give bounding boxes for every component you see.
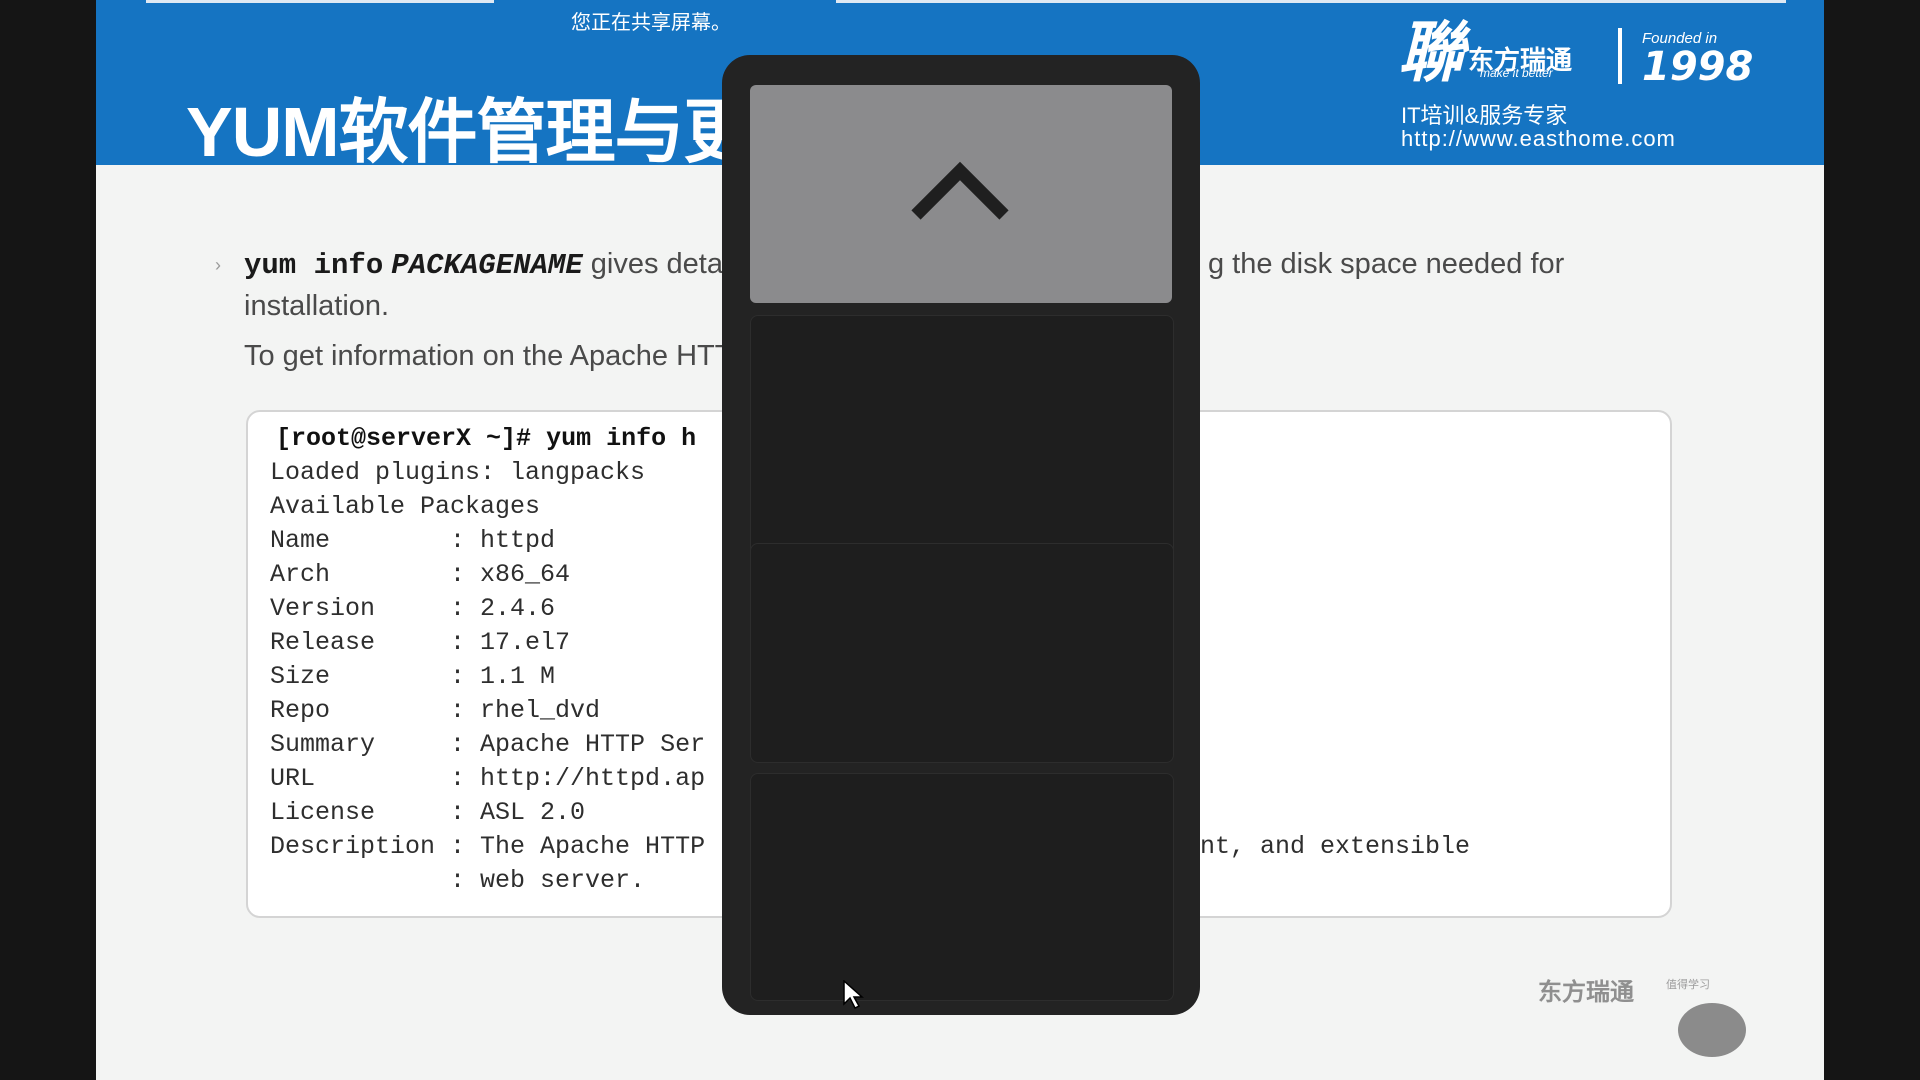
- terminal-line: Size : 1.1 M: [270, 662, 556, 691]
- mouse-cursor-icon: [843, 980, 864, 1010]
- bullet-text-right: g the disk space needed for: [1208, 248, 1565, 280]
- terminal-command-line: [root@serverX ~]# yum info h: [276, 424, 696, 453]
- terminal-line: Name : httpd: [270, 526, 556, 555]
- terminal-line: Loaded plugins: langpacks: [270, 458, 646, 487]
- terminal-line: Available Packages: [270, 492, 541, 521]
- footer-logo-sub: 值得学习: [1666, 979, 1710, 991]
- company-logo-mark: 聯: [1398, 13, 1464, 91]
- founded-year: 1998: [1642, 44, 1754, 90]
- footer-logo: 东方瑞通: [1538, 979, 1634, 1006]
- logo-divider: [1618, 28, 1622, 84]
- terminal-line: URL : http://httpd.ap: [270, 764, 706, 793]
- bullet-arrow-icon: ›: [215, 255, 221, 275]
- banner-divider: [836, 0, 1786, 3]
- banner-divider: [146, 0, 494, 3]
- terminal-line: Release : 17.el7: [270, 628, 571, 657]
- terminal-line: Summary : Apache HTTP Ser: [270, 730, 706, 759]
- terminal-line: Arch : x86_64: [270, 560, 571, 589]
- bullet-line-3: To get information on the Apache HTTP: [244, 340, 752, 372]
- terminal-prompt: [root@serverX ~]#: [276, 424, 532, 453]
- command-text: yum info: [244, 249, 384, 282]
- panel-slot[interactable]: [750, 773, 1174, 1001]
- terminal-line: Version : 2.4.6: [270, 594, 556, 623]
- company-website: http://www.easthome.com: [1401, 126, 1676, 151]
- scroll-up-button[interactable]: [750, 85, 1172, 303]
- panel-slot[interactable]: [750, 543, 1174, 763]
- floating-round-button[interactable]: [1678, 1003, 1746, 1057]
- terminal-line-tail: nt, and extensible: [1200, 832, 1471, 861]
- terminal-line: : web server.: [270, 866, 646, 895]
- terminal-line: License : ASL 2.0: [270, 798, 586, 827]
- screen-share-notice: 您正在共享屏幕。: [571, 12, 731, 34]
- terminal-line: Description : The Apache HTTP: [270, 832, 706, 861]
- chevron-up-icon: [911, 161, 1009, 220]
- slide-title: YUM软件管理与更: [186, 93, 754, 171]
- terminal-line: Repo : rhel_dvd: [270, 696, 601, 725]
- bullet-line-2: installation.: [244, 290, 390, 322]
- company-slogan: make it better: [1480, 66, 1553, 80]
- terminal-command: yum info h: [546, 424, 697, 453]
- command-argument: PACKAGENAME: [391, 249, 583, 282]
- scroll-control-panel: [722, 55, 1200, 1015]
- bullet-line-1: yum info PACKAGENAME gives detaile: [244, 248, 752, 282]
